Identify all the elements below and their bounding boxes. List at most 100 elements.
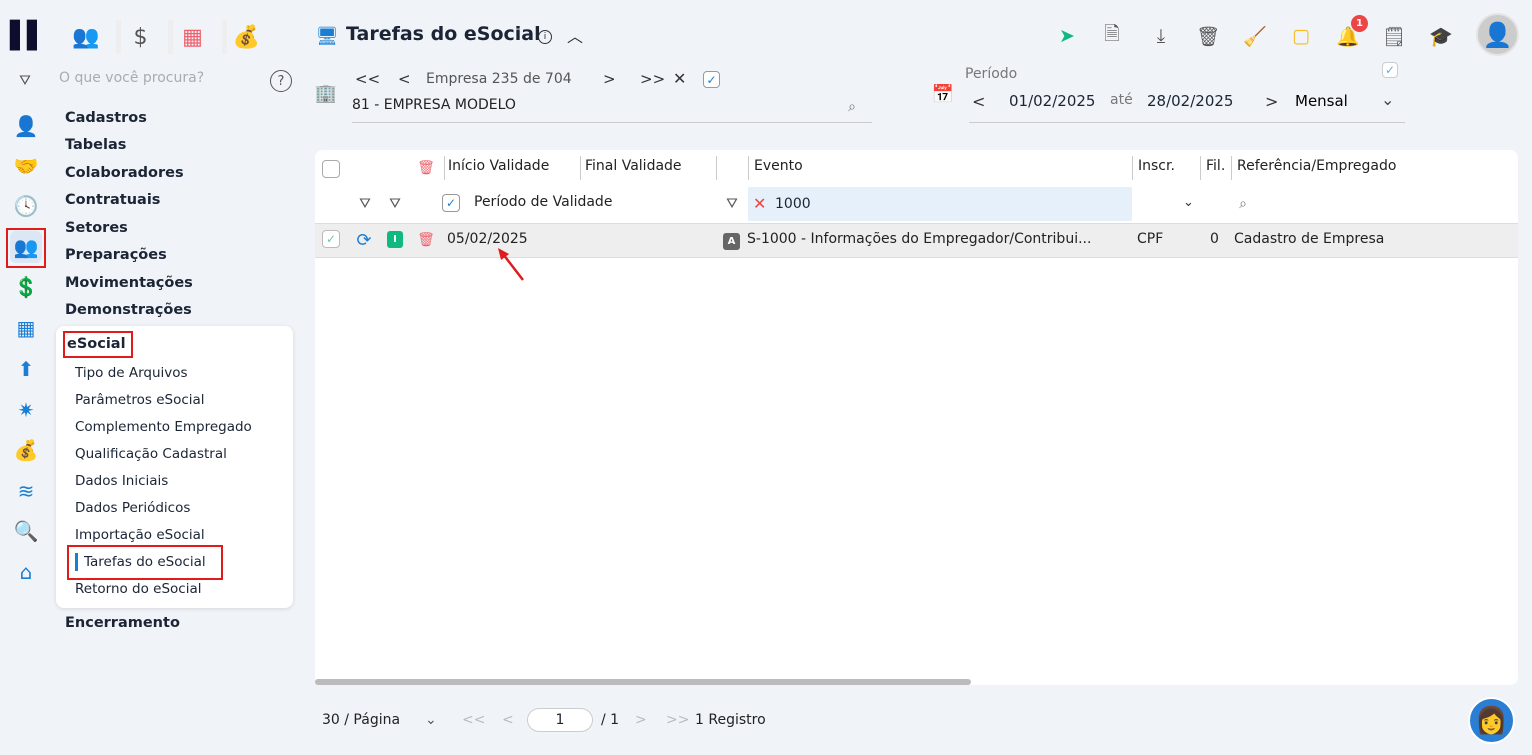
user-avatar[interactable]: 👤 <box>1476 13 1519 56</box>
report-search-icon[interactable]: 🗒 <box>1380 22 1408 50</box>
last-company-button[interactable]: >> <box>640 70 665 88</box>
filter-icon[interactable]: ⛛ <box>722 194 742 214</box>
arrow-up-icon[interactable]: ⬆ <box>10 353 42 385</box>
home-icon[interactable]: ⌂ <box>10 556 42 588</box>
delete-row-icon[interactable]: 🗑 <box>417 230 435 250</box>
menu-colaboradores[interactable]: Colaboradores <box>65 165 184 181</box>
money-bag-icon[interactable]: 💰 <box>10 434 42 466</box>
period-validity-checkbox[interactable]: ✓ <box>442 194 460 212</box>
period-mode-select[interactable]: Mensal <box>1295 92 1348 110</box>
submenu-dados-periodicos[interactable]: Dados Periódicos <box>75 500 190 516</box>
info-icon[interactable]: i <box>538 30 552 44</box>
submenu-complemento[interactable]: Complemento Empregado <box>75 419 252 435</box>
header-evento[interactable]: Evento <box>754 158 803 174</box>
prev-page-button[interactable]: < <box>502 712 514 728</box>
prev-company-button[interactable]: < <box>398 70 411 88</box>
download-icon[interactable]: ⤓ <box>1147 22 1175 50</box>
company-checkbox[interactable]: ✓ <box>703 71 720 88</box>
event-type-badge: A <box>723 233 740 250</box>
first-page-button[interactable]: << <box>462 712 485 728</box>
submenu-dados-iniciais[interactable]: Dados Iniciais <box>75 473 168 489</box>
company-counter: Empresa 235 de 704 <box>426 71 572 87</box>
header-inicio-validade[interactable]: Início Validade <box>448 158 549 174</box>
row-checkbox[interactable]: ✓ <box>322 230 340 248</box>
search-icon[interactable]: 🔍 <box>10 515 42 547</box>
app-logo: ▌▌ <box>10 21 47 51</box>
page-input[interactable]: 1 <box>527 708 593 732</box>
broom-icon[interactable]: 🧹 <box>1241 22 1269 50</box>
menu-setores[interactable]: Setores <box>65 220 128 236</box>
menu-movimentacoes[interactable]: Movimentações <box>65 275 193 291</box>
period-validity-label: Período de Validade <box>474 194 613 210</box>
page-size-select[interactable]: 30 / Página <box>322 712 400 728</box>
menu-contratuais[interactable]: Contratuais <box>65 192 160 208</box>
collapse-chevron-icon[interactable]: ︿ <box>564 24 586 46</box>
handshake-icon[interactable]: 🤝 <box>10 150 42 182</box>
period-from[interactable]: 01/02/2025 <box>1009 92 1095 110</box>
layers-icon[interactable]: ≋ <box>10 475 42 507</box>
submenu-parametros[interactable]: Parâmetros eSocial <box>75 392 205 408</box>
company-current: 235 <box>491 71 519 87</box>
menu-search-input[interactable]: O que você procura? <box>59 70 204 86</box>
search-icon[interactable]: ⌕ <box>843 98 861 116</box>
people-module-icon[interactable]: 👥 <box>64 20 108 54</box>
send-icon[interactable]: ➤ <box>1053 22 1081 50</box>
highlight-box <box>67 545 223 580</box>
event-filter-value[interactable]: 1000 <box>775 196 811 212</box>
header-fil[interactable]: Fil. <box>1206 158 1225 174</box>
clear-filter-icon[interactable]: ✕ <box>753 194 766 213</box>
filter-icon[interactable]: ⛛ <box>14 70 36 92</box>
graduation-cap-icon[interactable]: 🎓 <box>1427 22 1455 50</box>
document-icon[interactable]: 🗎 <box>1098 22 1126 50</box>
menu-preparacoes[interactable]: Preparações <box>65 247 167 263</box>
cell-inscr: CPF <box>1137 231 1164 247</box>
last-page-button[interactable]: >> <box>666 712 689 728</box>
select-all-checkbox[interactable] <box>322 160 340 178</box>
company-of: de <box>522 71 541 87</box>
submenu-tipo-arquivos[interactable]: Tipo de Arquivos <box>75 365 188 381</box>
clear-company-button[interactable]: ✕ <box>673 69 686 88</box>
next-company-button[interactable]: > <box>603 70 616 88</box>
trash-header-icon[interactable]: 🗑 <box>417 158 435 178</box>
menu-demonstracoes[interactable]: Demonstrações <box>65 302 192 318</box>
menu-cadastros[interactable]: Cadastros <box>65 110 147 126</box>
header-inscr[interactable]: Inscr. <box>1138 158 1175 174</box>
dollar-module-icon[interactable]: $ <box>116 20 160 54</box>
search-icon[interactable]: ⌕ <box>1234 195 1252 213</box>
next-page-button[interactable]: > <box>635 712 647 728</box>
user-settings-icon[interactable]: 👤 <box>10 110 42 142</box>
dollar-icon[interactable]: 💲 <box>10 271 42 303</box>
note-icon[interactable]: ▢ <box>1287 22 1315 50</box>
header-final-validade[interactable]: Final Validade <box>585 158 682 174</box>
first-company-button[interactable]: << <box>355 70 380 88</box>
record-count: 1 Registro <box>695 712 766 728</box>
submenu-importacao[interactable]: Importação eSocial <box>75 527 205 543</box>
calculator-module-icon[interactable]: ▦ <box>168 20 212 54</box>
highlight-box <box>6 228 46 268</box>
horizontal-scrollbar[interactable] <box>315 679 971 685</box>
calculator-icon[interactable]: ▦ <box>10 312 42 344</box>
chevron-down-icon[interactable]: ⌄ <box>1381 90 1394 109</box>
menu-tabelas[interactable]: Tabelas <box>65 137 126 153</box>
money-bag-module-icon[interactable]: 💰 <box>222 20 266 54</box>
chevron-down-icon[interactable]: ⌄ <box>425 712 437 728</box>
help-icon[interactable]: ? <box>270 70 292 92</box>
menu-encerramento[interactable]: Encerramento <box>65 615 180 631</box>
trash-icon[interactable]: 🗑 <box>1194 22 1222 50</box>
submenu-qualificacao[interactable]: Qualificação Cadastral <box>75 446 227 462</box>
calendar-icon: 📅 <box>931 83 955 105</box>
assistant-avatar[interactable]: 👩 <box>1468 697 1515 744</box>
submenu-retorno[interactable]: Retorno do eSocial <box>75 581 202 597</box>
filter-icon[interactable]: ⛛ <box>355 194 375 214</box>
next-period-button[interactable]: > <box>1265 92 1278 111</box>
sync-icon[interactable]: ⟳ <box>353 229 375 251</box>
period-to[interactable]: 28/02/2025 <box>1147 92 1233 110</box>
header-referencia[interactable]: Referência/Empregado <box>1237 158 1396 174</box>
company-select[interactable]: 81 - EMPRESA MODELO <box>352 97 872 123</box>
clock-icon[interactable]: 🕓 <box>10 190 42 222</box>
prev-period-button[interactable]: < <box>972 92 985 111</box>
inscr-filter-dropdown[interactable]: ⌄ <box>1183 195 1194 210</box>
filter-icon[interactable]: ⛛ <box>385 194 405 214</box>
network-icon[interactable]: ✷ <box>10 394 42 426</box>
period-checkbox[interactable]: ✓ <box>1382 62 1398 78</box>
